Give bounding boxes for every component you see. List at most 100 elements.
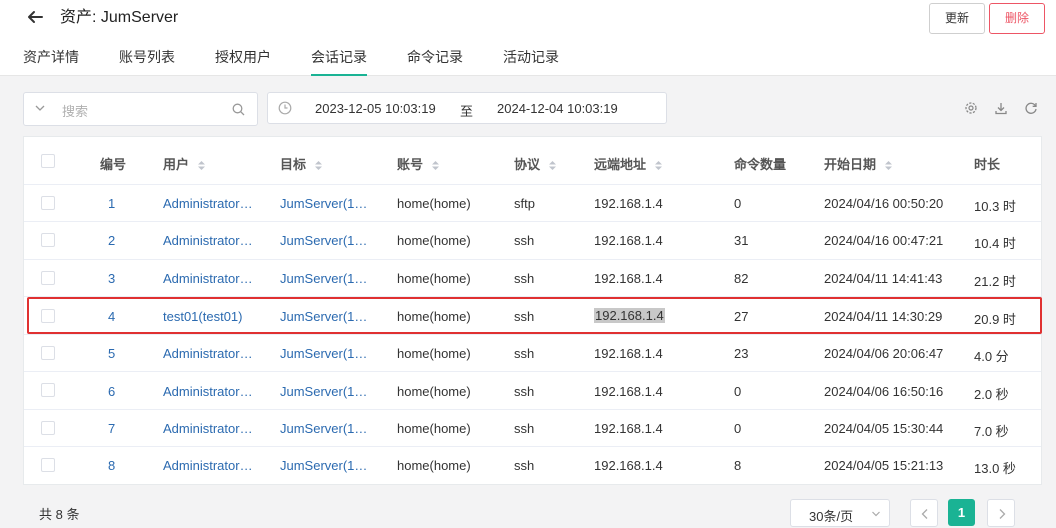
refresh-icon[interactable] bbox=[1024, 101, 1038, 115]
column-header-account[interactable]: 账号 bbox=[397, 154, 440, 173]
date-end[interactable]: 2024-12-04 10:03:19 bbox=[497, 101, 618, 116]
current-page[interactable]: 1 bbox=[948, 499, 975, 526]
cell-duration: 10.4 时 bbox=[974, 236, 1016, 251]
cell-user[interactable]: Administrator… bbox=[163, 196, 263, 211]
update-button[interactable]: 更新 bbox=[929, 3, 985, 34]
cell-account: home(home) bbox=[397, 346, 471, 361]
settings-icon[interactable] bbox=[964, 101, 978, 115]
cell-account: home(home) bbox=[397, 233, 471, 248]
cell-remote-address: 192.168.1.4 bbox=[594, 271, 663, 286]
cell-user[interactable]: Administrator… bbox=[163, 233, 263, 248]
cell-user[interactable]: Administrator… bbox=[163, 421, 263, 436]
column-header-remote-address[interactable]: 远端地址 bbox=[594, 154, 663, 173]
back-arrow-icon[interactable] bbox=[26, 8, 44, 26]
sort-icon[interactable] bbox=[197, 160, 206, 171]
cell-id[interactable]: 7 bbox=[108, 421, 115, 436]
page-size-value: 30条/页 bbox=[809, 509, 854, 524]
cell-target[interactable]: JumServer(1… bbox=[280, 196, 380, 211]
date-start[interactable]: 2023-12-05 10:03:19 bbox=[315, 101, 436, 116]
chevron-left-icon bbox=[921, 509, 928, 519]
row-checkbox[interactable] bbox=[41, 458, 55, 472]
sort-icon[interactable] bbox=[548, 160, 557, 171]
cell-id[interactable]: 5 bbox=[108, 346, 115, 361]
cell-start-date: 2024/04/16 00:50:20 bbox=[824, 196, 944, 211]
cell-remote-address: 192.168.1.4 bbox=[594, 346, 663, 361]
cell-target[interactable]: JumServer(1… bbox=[280, 233, 380, 248]
cell-user[interactable]: test01(test01) bbox=[163, 309, 263, 324]
cell-target[interactable]: JumServer(1… bbox=[280, 384, 380, 399]
cell-command-count: 0 bbox=[734, 421, 742, 436]
select-all-checkbox[interactable] bbox=[41, 154, 55, 168]
tab-activity-records[interactable]: 活动记录 bbox=[503, 46, 559, 76]
session-table: 编号 用户 目标 账号 协议 远端地址 命令数量 开始日期 时长 1 Admin… bbox=[23, 136, 1042, 485]
cell-id[interactable]: 6 bbox=[108, 384, 115, 399]
cell-duration: 2.0 秒 bbox=[974, 387, 1009, 402]
column-header-target[interactable]: 目标 bbox=[280, 154, 323, 173]
table-row[interactable]: 2 Administrator… JumServer(1… home(home)… bbox=[24, 222, 1041, 260]
cell-target[interactable]: JumServer(1… bbox=[280, 309, 380, 324]
chevron-down-icon[interactable] bbox=[34, 102, 46, 114]
search-filter[interactable]: 搜索 bbox=[23, 92, 258, 126]
cell-id[interactable]: 8 bbox=[108, 458, 115, 473]
column-header-protocol[interactable]: 协议 bbox=[514, 154, 557, 173]
date-separator: 至 bbox=[460, 104, 474, 119]
cell-target[interactable]: JumServer(1… bbox=[280, 346, 380, 361]
table-row[interactable]: 1 Administrator… JumServer(1… home(home)… bbox=[24, 185, 1041, 222]
table-header: 编号 用户 目标 账号 协议 远端地址 命令数量 开始日期 时长 bbox=[24, 137, 1041, 185]
cell-start-date: 2024/04/05 15:21:13 bbox=[824, 458, 944, 473]
cell-id[interactable]: 1 bbox=[108, 196, 115, 211]
table-row[interactable]: 6 Administrator… JumServer(1… home(home)… bbox=[24, 372, 1041, 410]
cell-user[interactable]: Administrator… bbox=[163, 346, 263, 361]
cell-account: home(home) bbox=[397, 196, 471, 211]
row-checkbox[interactable] bbox=[41, 196, 55, 210]
table-row[interactable]: 7 Administrator… JumServer(1… home(home)… bbox=[24, 410, 1041, 447]
cell-start-date: 2024/04/16 00:47:21 bbox=[824, 233, 944, 248]
prev-page-button[interactable] bbox=[910, 499, 938, 527]
table-row[interactable]: 5 Administrator… JumServer(1… home(home)… bbox=[24, 335, 1041, 372]
cell-id[interactable]: 3 bbox=[108, 271, 115, 286]
row-checkbox[interactable] bbox=[41, 233, 55, 247]
row-checkbox[interactable] bbox=[41, 383, 55, 397]
sort-icon[interactable] bbox=[884, 160, 893, 171]
cell-target[interactable]: JumServer(1… bbox=[280, 271, 380, 286]
cell-start-date: 2024/04/06 16:50:16 bbox=[824, 384, 944, 399]
cell-user[interactable]: Administrator… bbox=[163, 271, 263, 286]
cell-protocol: ssh bbox=[514, 309, 535, 324]
date-range-picker[interactable]: 2023-12-05 10:03:19 至 2024-12-04 10:03:1… bbox=[267, 92, 667, 124]
tab-account-list[interactable]: 账号列表 bbox=[119, 46, 175, 76]
cell-account: home(home) bbox=[397, 271, 471, 286]
delete-button[interactable]: 删除 bbox=[989, 3, 1045, 34]
row-checkbox[interactable] bbox=[41, 271, 55, 285]
next-page-button[interactable] bbox=[987, 499, 1015, 527]
chevron-down-icon bbox=[872, 511, 880, 517]
tab-command-records[interactable]: 命令记录 bbox=[407, 46, 463, 76]
cell-target[interactable]: JumServer(1… bbox=[280, 421, 380, 436]
cell-protocol: ssh bbox=[514, 271, 535, 286]
cell-command-count: 8 bbox=[734, 458, 742, 473]
sort-icon[interactable] bbox=[654, 160, 663, 171]
cell-account: home(home) bbox=[397, 309, 471, 324]
column-header-user[interactable]: 用户 bbox=[163, 154, 206, 173]
row-checkbox[interactable] bbox=[41, 346, 55, 360]
sort-icon[interactable] bbox=[314, 160, 323, 171]
cell-start-date: 2024/04/11 14:30:29 bbox=[824, 309, 943, 324]
cell-id[interactable]: 2 bbox=[108, 233, 115, 248]
tab-authorized-users[interactable]: 授权用户 bbox=[215, 46, 271, 76]
cell-user[interactable]: Administrator… bbox=[163, 384, 263, 399]
download-icon[interactable] bbox=[994, 101, 1008, 115]
row-checkbox[interactable] bbox=[41, 309, 55, 323]
highlighted-text: 192.168.1.4 bbox=[594, 308, 665, 323]
table-row-selected[interactable]: 4 test01(test01) JumServer(1… home(home)… bbox=[24, 297, 1041, 335]
row-checkbox[interactable] bbox=[41, 421, 55, 435]
column-header-start-date[interactable]: 开始日期 bbox=[824, 154, 893, 173]
tab-asset-detail[interactable]: 资产详情 bbox=[23, 46, 79, 76]
sort-icon[interactable] bbox=[431, 160, 440, 171]
table-row[interactable]: 8 Administrator… JumServer(1… home(home)… bbox=[24, 447, 1041, 484]
cell-user[interactable]: Administrator… bbox=[163, 458, 263, 473]
tab-session-records[interactable]: 会话记录 bbox=[311, 46, 367, 76]
page-size-select[interactable]: 30条/页 bbox=[790, 499, 890, 527]
cell-id[interactable]: 4 bbox=[108, 309, 115, 324]
search-icon[interactable] bbox=[232, 103, 245, 116]
cell-target[interactable]: JumServer(1… bbox=[280, 458, 380, 473]
table-row[interactable]: 3 Administrator… JumServer(1… home(home)… bbox=[24, 260, 1041, 297]
